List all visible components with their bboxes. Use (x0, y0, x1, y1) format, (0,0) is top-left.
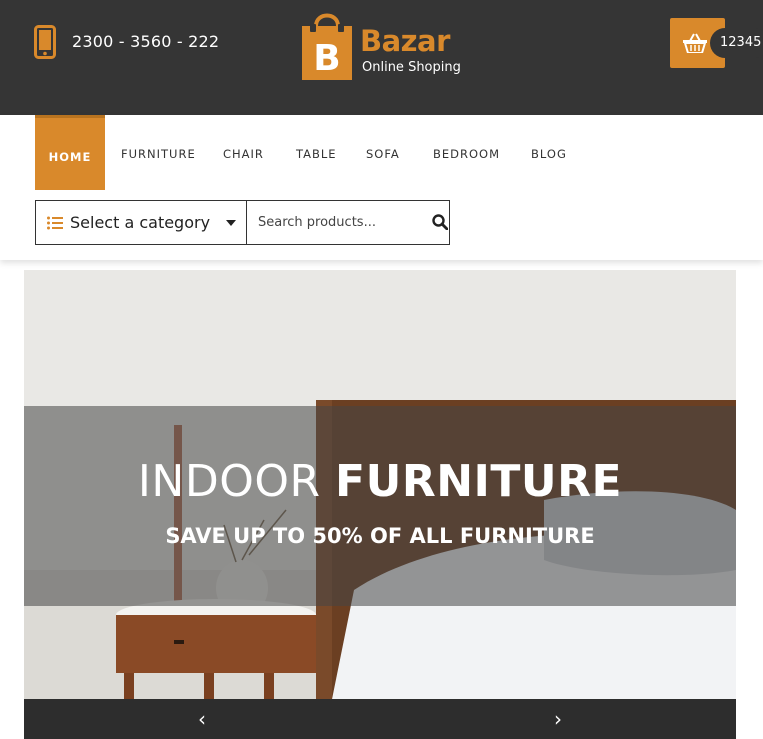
nav-item-chair[interactable]: CHAIR (223, 115, 264, 190)
hero-title-bold: FURNITURE (335, 456, 623, 507)
hero-slider: INDOOR FURNITURE SAVE UP TO 50% OF ALL F… (24, 270, 736, 739)
logo[interactable]: B Bazar Online Shoping (296, 4, 468, 84)
nav-item-blog[interactable]: BLOG (531, 115, 567, 190)
nav-item-label: SOFA (366, 147, 400, 161)
nav-item-label: TABLE (296, 147, 337, 161)
hero-subtitle: SAVE UP TO 50% OF ALL FURNITURE (165, 524, 595, 548)
nav-item-table[interactable]: TABLE (296, 115, 337, 190)
category-select-value: Select a category (70, 213, 211, 232)
hero-title-light: INDOOR (137, 456, 336, 507)
nav-item-label: CHAIR (223, 147, 264, 161)
nav-item-label: HOME (48, 150, 92, 164)
caret-down-icon (226, 220, 236, 226)
logo-letter: B (313, 38, 340, 79)
slider-controls: ‹ › (24, 699, 736, 739)
nav-item-label: FURNITURE (121, 147, 196, 161)
nav-item-label: BLOG (531, 147, 567, 161)
category-select[interactable]: Select a category (36, 201, 247, 244)
logo-wordmark: Bazar (360, 24, 450, 58)
chevron-right-icon[interactable]: › (546, 707, 570, 731)
cart-count-badge: 12345 (710, 28, 763, 58)
main-navigation: HOME FURNITURE CHAIR TABLE SOFA BEDROOM … (0, 115, 763, 260)
shopping-bag-logo-icon: B (302, 13, 352, 80)
search-icon[interactable] (432, 214, 448, 230)
nav-item-bedroom[interactable]: BEDROOM (433, 115, 500, 190)
chevron-left-icon[interactable]: ‹ (190, 707, 214, 731)
phone-number: 2300 - 3560 - 222 (72, 32, 220, 51)
list-icon (47, 216, 63, 230)
nav-item-sofa[interactable]: SOFA (366, 115, 400, 190)
phone-icon (34, 25, 56, 59)
hero-title: INDOOR FURNITURE (24, 456, 736, 507)
nav-item-furniture[interactable]: FURNITURE (121, 115, 196, 190)
logo-tagline: Online Shoping (362, 60, 461, 75)
nav-item-label: BEDROOM (433, 147, 501, 161)
product-search-form: Select a category Search products... (35, 200, 450, 245)
top-header: 2300 - 3560 - 222 B Bazar Online Shoping… (0, 0, 763, 115)
basket-icon (683, 33, 707, 53)
nav-item-home[interactable]: HOME (35, 115, 105, 190)
search-input[interactable]: Search products... (258, 215, 376, 230)
